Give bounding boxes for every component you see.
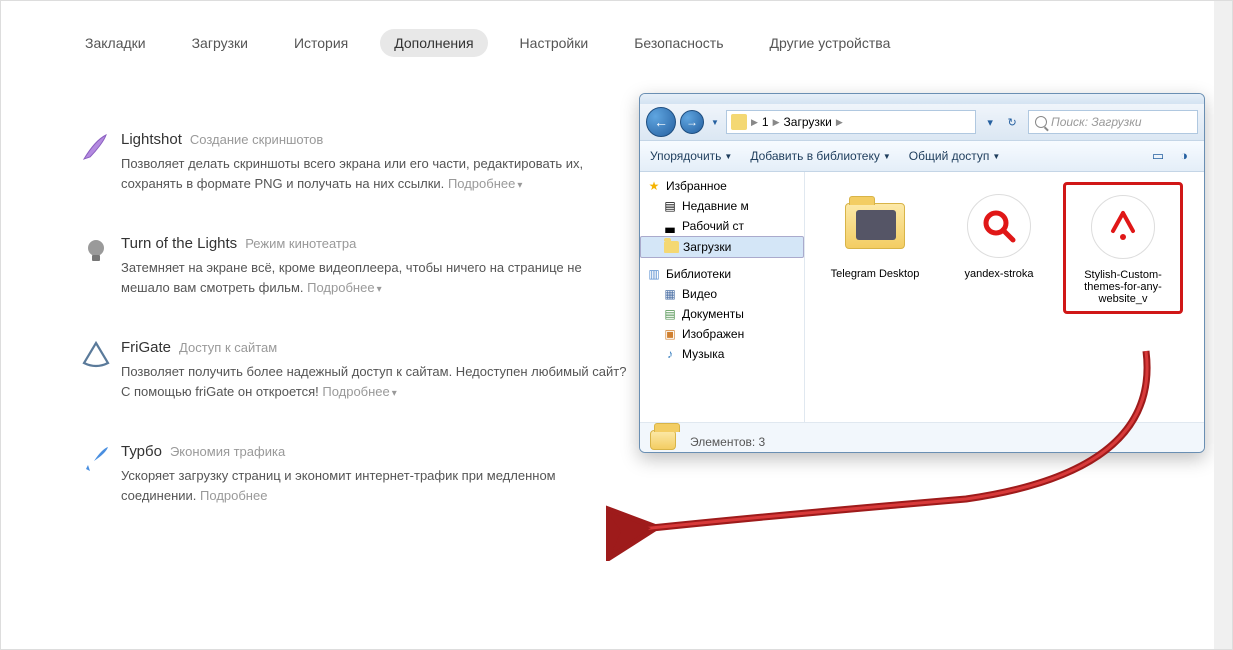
search-icon xyxy=(1035,116,1047,128)
more-link[interactable]: Подробнее xyxy=(307,280,374,295)
tree-documents[interactable]: ▤Документы xyxy=(640,304,804,324)
search-placeholder: Поиск: Загрузки xyxy=(1051,115,1142,129)
file-stylish-highlighted[interactable]: Stylish-Custom-themes-for-any-website_v xyxy=(1063,182,1183,314)
refresh-icon[interactable]: ↻ xyxy=(1007,116,1016,129)
files-pane[interactable]: Telegram Desktop yandex-stroka Stylish-C… xyxy=(805,172,1204,422)
ext-subtitle: Экономия трафика xyxy=(170,444,285,459)
ext-name: Турбо xyxy=(121,443,162,460)
help-icon[interactable]: ◑ xyxy=(1174,148,1194,164)
explorer-window: ← → ▼ ▶ 1 ▶ Загрузки ▶ ▾ ↻ Поиск: Загруз… xyxy=(639,93,1205,453)
address-bar[interactable]: ▶ 1 ▶ Загрузки ▶ xyxy=(726,110,976,134)
address-controls: ▾ ↻ xyxy=(980,116,1024,129)
tree-video[interactable]: ▦Видео xyxy=(640,284,804,304)
ext-name: Lightshot xyxy=(121,131,182,148)
toolbar-organize[interactable]: Упорядочить▼ xyxy=(650,149,732,163)
nav-tree: ★Избранное ▤Недавние м ▃Рабочий ст Загру… xyxy=(640,172,805,422)
address-dropdown-icon[interactable]: ▾ xyxy=(987,116,993,129)
breadcrumb-sep: ▶ xyxy=(836,117,843,128)
breadcrumb-sep: ▶ xyxy=(773,117,780,128)
recent-icon: ▤ xyxy=(662,198,678,214)
rocket-icon xyxy=(80,443,112,475)
desktop-icon: ▃ xyxy=(662,218,678,234)
ext-description: Затемняет на экране всё, кроме видеоплее… xyxy=(121,258,631,297)
extension-frigate: FriGate Доступ к сайтам Позволяет получи… xyxy=(71,339,631,401)
ext-subtitle: Создание скриншотов xyxy=(190,132,323,147)
tab-history[interactable]: История xyxy=(280,29,362,57)
file-label: Telegram Desktop xyxy=(831,268,920,280)
nav-forward-button[interactable]: → xyxy=(680,110,704,134)
ext-subtitle: Доступ к сайтам xyxy=(179,340,277,355)
toolbar-share[interactable]: Общий доступ▼ xyxy=(909,149,1001,163)
window-titlebar[interactable] xyxy=(640,94,1204,104)
status-text: Элементов: 3 xyxy=(690,435,765,449)
more-link[interactable]: Подробнее xyxy=(448,176,515,191)
breadcrumb-seg[interactable]: 1 xyxy=(762,115,769,129)
more-link[interactable]: Подробнее xyxy=(322,384,389,399)
video-icon: ▦ xyxy=(662,286,678,302)
tab-bookmarks[interactable]: Закладки xyxy=(71,29,160,57)
tab-addons[interactable]: Дополнения xyxy=(380,29,487,57)
file-yandex-stroka[interactable]: yandex-stroka xyxy=(939,182,1059,314)
chevron-down-icon: ▾ xyxy=(392,388,397,399)
explorer-body: ★Избранное ▤Недавние м ▃Рабочий ст Загру… xyxy=(640,172,1204,422)
tree-favorites[interactable]: ★Избранное xyxy=(640,176,804,196)
ext-name: FriGate xyxy=(121,339,171,356)
scrollbar[interactable] xyxy=(1214,1,1232,649)
chevron-down-icon: ▾ xyxy=(377,284,382,295)
extensions-list: Lightshot Создание скриншотов Позволяет … xyxy=(1,71,701,607)
nav-back-button[interactable]: ← xyxy=(646,107,676,137)
address-strip: ← → ▼ ▶ 1 ▶ Загрузки ▶ ▾ ↻ Поиск: Загруз… xyxy=(640,104,1204,140)
explorer-toolbar: Упорядочить▼ Добавить в библиотеку▼ Общи… xyxy=(640,140,1204,172)
tree-pictures[interactable]: ▣Изображен xyxy=(640,324,804,344)
status-bar: Элементов: 3 xyxy=(640,422,1204,453)
ext-subtitle: Режим кинотеатра xyxy=(245,236,356,251)
ext-description: Позволяет делать скриншоты всего экрана … xyxy=(121,154,631,193)
more-link[interactable]: Подробнее xyxy=(200,488,267,503)
libraries-icon: ▥ xyxy=(646,266,662,282)
tree-desktop[interactable]: ▃Рабочий ст xyxy=(640,216,804,236)
settings-tabs: Закладки Загрузки История Дополнения Нас… xyxy=(1,1,1232,71)
tree-downloads[interactable]: Загрузки xyxy=(640,236,804,258)
app-icon xyxy=(1091,195,1155,259)
music-icon: ♪ xyxy=(662,346,678,362)
breadcrumb-sep: ▶ xyxy=(751,117,758,128)
tree-recent[interactable]: ▤Недавние м xyxy=(640,196,804,216)
star-icon: ★ xyxy=(646,178,662,194)
bulb-icon xyxy=(80,235,112,267)
app-icon xyxy=(967,194,1031,258)
documents-icon: ▤ xyxy=(662,306,678,322)
extension-turbo: Турбо Экономия трафика Ускоряет загрузку… xyxy=(71,443,631,505)
ext-name: Turn of the Lights xyxy=(121,235,237,252)
folder-icon xyxy=(731,114,747,130)
view-options-icon[interactable]: ▭ xyxy=(1148,148,1168,164)
chevron-down-icon: ▾ xyxy=(517,180,522,191)
folder-icon xyxy=(663,239,679,255)
file-label: yandex-stroka xyxy=(964,268,1033,280)
tree-libraries[interactable]: ▥Библиотеки xyxy=(640,264,804,284)
ext-description: Позволяет получить более надежный доступ… xyxy=(121,362,631,401)
ext-description: Ускоряет загрузку страниц и экономит инт… xyxy=(121,466,631,505)
toolbar-add-library[interactable]: Добавить в библиотеку▼ xyxy=(750,149,890,163)
file-telegram[interactable]: Telegram Desktop xyxy=(815,182,935,314)
tab-downloads[interactable]: Загрузки xyxy=(178,29,262,57)
feather-icon xyxy=(80,131,112,163)
tab-devices[interactable]: Другие устройства xyxy=(756,29,905,57)
folder-icon xyxy=(650,430,680,454)
ext-desc-text: Ускоряет загрузку страниц и экономит инт… xyxy=(121,468,556,503)
tab-settings[interactable]: Настройки xyxy=(506,29,603,57)
breadcrumb-seg[interactable]: Загрузки xyxy=(784,115,832,129)
tree-music[interactable]: ♪Музыка xyxy=(640,344,804,364)
pictures-icon: ▣ xyxy=(662,326,678,342)
nav-history-dropdown[interactable]: ▼ xyxy=(708,118,722,127)
shield-triangle-icon xyxy=(80,339,112,371)
extension-lightshot: Lightshot Создание скриншотов Позволяет … xyxy=(71,131,631,193)
search-input[interactable]: Поиск: Загрузки xyxy=(1028,110,1198,134)
extension-turnoffthelights: Turn of the Lights Режим кинотеатра Зате… xyxy=(71,235,631,297)
folder-icon xyxy=(845,203,905,249)
file-label: Stylish-Custom-themes-for-any-website_v xyxy=(1072,269,1174,305)
tab-security[interactable]: Безопасность xyxy=(620,29,737,57)
